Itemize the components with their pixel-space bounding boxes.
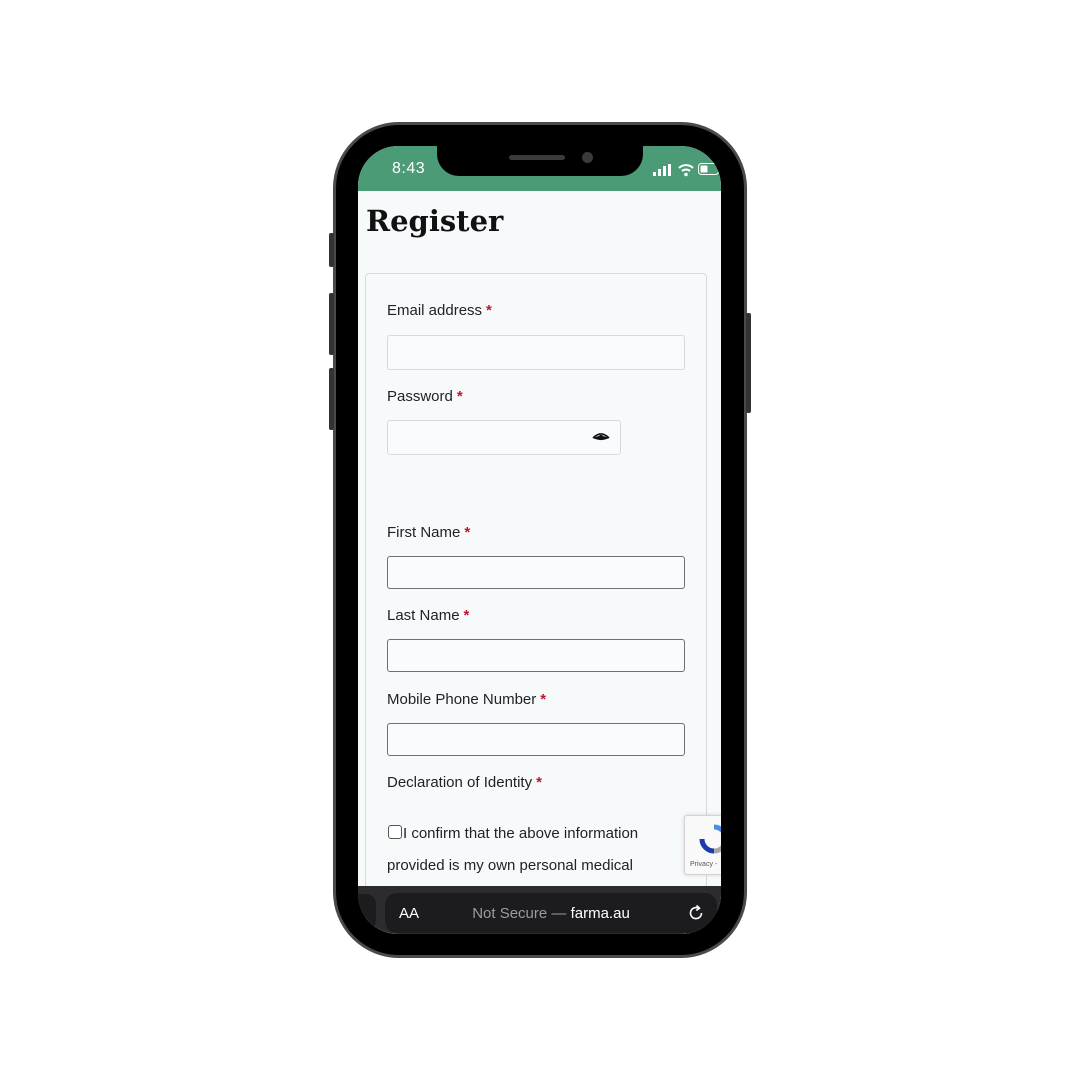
- email-field[interactable]: [387, 335, 685, 370]
- first-name-label: First Name *: [387, 524, 470, 541]
- email-label: Email address *: [387, 302, 492, 319]
- first-name-label-text: First Name: [387, 524, 461, 541]
- recaptcha-badge[interactable]: Privacy -: [684, 815, 721, 875]
- domain-text: farma.au: [570, 905, 630, 922]
- notch: [437, 146, 643, 176]
- mobile-label-text: Mobile Phone Number: [387, 691, 537, 708]
- phone-screen: 8:43 Register Email address* Password*: [358, 146, 721, 934]
- mute-switch: [329, 233, 334, 267]
- declaration-label: Declaration of Identity *: [387, 774, 542, 791]
- signal-icon: [653, 164, 671, 176]
- email-label-text: Email address: [387, 302, 483, 319]
- mobile-label: Mobile Phone Number *: [387, 691, 546, 708]
- password-label-text: Password: [387, 388, 453, 405]
- required-marker: *: [486, 302, 492, 319]
- battery-icon: [698, 163, 719, 175]
- required-marker: *: [456, 388, 463, 405]
- first-name-field[interactable]: [387, 556, 685, 589]
- last-name-label-text: Last Name: [387, 607, 460, 624]
- password-field[interactable]: [387, 420, 621, 455]
- declaration-label-text: Declaration of Identity: [387, 774, 533, 791]
- required-marker: *: [464, 524, 471, 541]
- required-marker: *: [536, 774, 542, 791]
- address-bar[interactable]: AA Not Secure — farma.au: [385, 893, 717, 933]
- recaptcha-privacy-link[interactable]: Privacy -: [690, 861, 717, 868]
- camera: [582, 152, 593, 163]
- browser-toolbar: AA Not Secure — farma.au: [358, 886, 721, 934]
- recaptcha-icon: [699, 824, 721, 854]
- security-status: Not Secure —: [472, 905, 567, 922]
- confirm-checkbox[interactable]: [388, 825, 402, 839]
- power-button: [746, 313, 751, 413]
- reload-icon[interactable]: [687, 904, 705, 922]
- previous-tab[interactable]: [358, 894, 376, 930]
- page-title: Register: [366, 204, 504, 238]
- speaker: [509, 155, 565, 160]
- last-name-field[interactable]: [387, 639, 685, 672]
- password-label: Password *: [387, 388, 463, 405]
- url-display[interactable]: Not Secure — farma.au: [385, 905, 717, 922]
- eye-icon[interactable]: [592, 431, 610, 443]
- wifi-icon: [678, 164, 694, 177]
- confirm-text: I confirm that the above information pro…: [387, 825, 639, 874]
- required-marker: *: [540, 691, 547, 708]
- mobile-phone-field[interactable]: [387, 723, 685, 756]
- required-marker: *: [463, 607, 470, 624]
- volume-down-button: [329, 368, 334, 430]
- volume-up-button: [329, 293, 334, 355]
- last-name-label: Last Name *: [387, 607, 469, 624]
- status-time: 8:43: [392, 160, 426, 177]
